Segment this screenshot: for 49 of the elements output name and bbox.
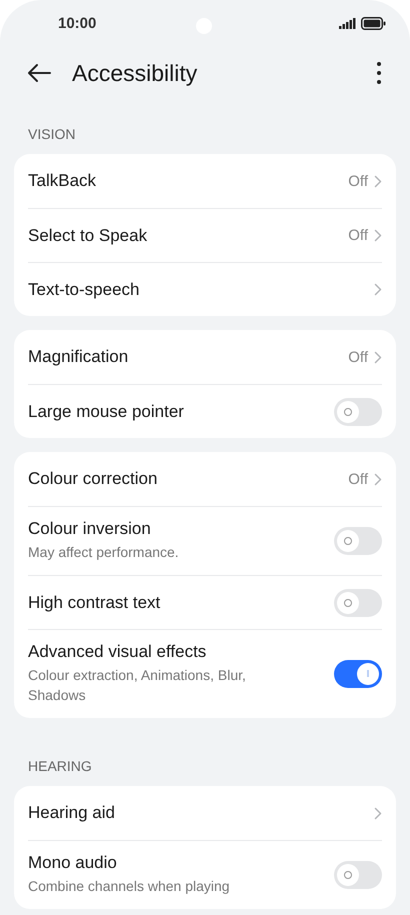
section-label: VISION xyxy=(27,125,76,144)
setting-title: Hearing aid xyxy=(28,803,116,823)
setting-title: High contrast text xyxy=(28,592,162,612)
toggle-switch[interactable] xyxy=(334,526,382,554)
back-arrow-icon xyxy=(26,63,52,83)
chevron-right-icon xyxy=(374,283,382,296)
settings-row[interactable]: Large mouse pointer xyxy=(28,384,382,438)
signal-icon xyxy=(339,18,356,28)
setting-title: Large mouse pointer xyxy=(28,402,185,422)
toggle-switch[interactable] xyxy=(334,588,382,616)
toggle-switch[interactable] xyxy=(334,860,382,888)
settings-row[interactable]: Colour inversion May affect performance. xyxy=(28,506,382,575)
setting-value: Off xyxy=(348,227,368,244)
section-label: HEARING xyxy=(27,757,93,776)
toggle-switch[interactable] xyxy=(334,398,382,426)
setting-title: Text-to-speech xyxy=(28,280,140,300)
status-time: 10:00 xyxy=(58,14,96,32)
settings-row[interactable]: Hearing aid xyxy=(28,786,382,840)
setting-value: Off xyxy=(348,470,368,488)
more-options-icon xyxy=(376,61,382,85)
settings-row[interactable]: Mono audio Combine channels when playing xyxy=(28,840,382,909)
setting-value: Off xyxy=(348,172,368,190)
setting-title: Magnification xyxy=(28,347,130,367)
setting-title: Advanced visual effects xyxy=(28,642,208,662)
settings-row[interactable]: Magnification Off xyxy=(28,330,382,384)
settings-row[interactable]: Text-to-speech xyxy=(28,262,382,316)
setting-title: Mono audio xyxy=(28,853,118,873)
chevron-right-icon xyxy=(374,174,382,188)
settings-row[interactable]: Advanced visual effects Colour extraction, Animations, Blur, Shadows xyxy=(28,629,382,718)
setting-title: Select to Speak xyxy=(28,226,148,246)
setting-value: Off xyxy=(348,348,368,366)
page-title: Accessibility xyxy=(72,60,198,86)
back-button[interactable] xyxy=(26,63,52,83)
settings-row[interactable]: Select to Speak Off xyxy=(28,208,382,262)
settings-row[interactable]: TalkBack Off xyxy=(28,154,382,208)
toggle-switch[interactable] xyxy=(334,660,382,688)
chevron-right-icon xyxy=(374,472,382,486)
setting-description: Colour extraction, Animations, Blur, Shadows xyxy=(28,666,247,705)
setting-title: TalkBack xyxy=(28,171,98,191)
setting-description: May affect performance. xyxy=(28,543,180,562)
chevron-right-icon xyxy=(374,350,382,364)
settings-row[interactable]: Colour correction Off xyxy=(28,452,382,506)
setting-title: Colour inversion xyxy=(28,519,152,539)
setting-description: Combine channels when playing xyxy=(28,877,231,896)
chevron-right-icon xyxy=(374,806,382,820)
setting-title: Colour correction xyxy=(28,469,158,489)
chevron-right-icon xyxy=(374,229,382,242)
battery-icon xyxy=(361,16,386,30)
settings-row[interactable]: High contrast text xyxy=(28,575,382,629)
